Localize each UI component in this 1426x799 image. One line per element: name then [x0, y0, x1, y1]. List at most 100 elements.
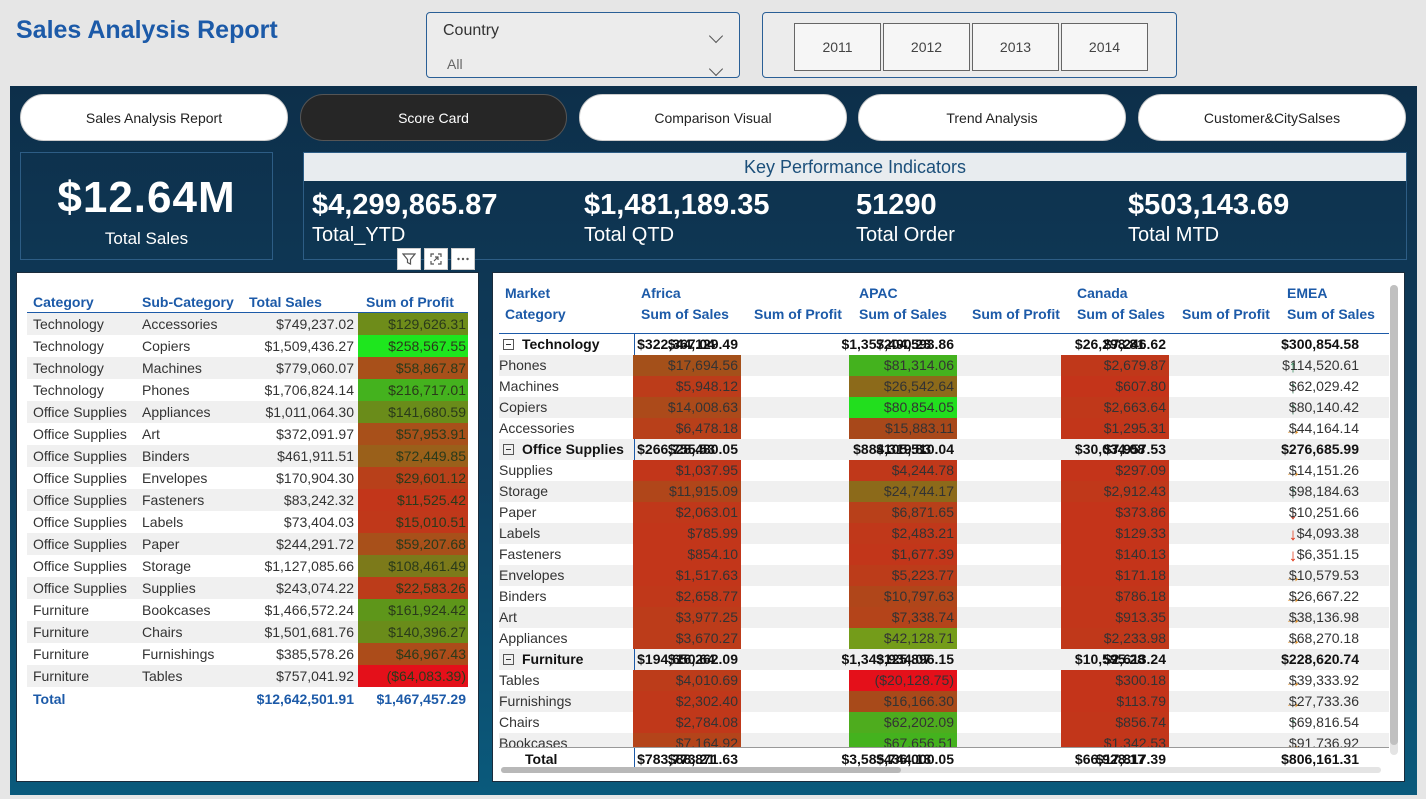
profit-cell: $26,542.64	[849, 376, 957, 397]
row-label[interactable]: Technology	[499, 334, 635, 355]
table-row[interactable]: Technology Machines $779,060.07 $58,867.87	[27, 357, 468, 379]
table-row[interactable]: Office Supplies Fasteners $83,242.32 $11,52…	[27, 489, 468, 511]
year-button-2011[interactable]: 2011	[794, 23, 881, 71]
country-slicer[interactable]: Country All	[426, 12, 740, 78]
column-header-emea[interactable]: EMEA	[1287, 285, 1327, 301]
collapse-icon[interactable]	[503, 654, 514, 665]
sub-category-name: Supplies	[499, 462, 553, 478]
horizontal-scrollbar[interactable]	[501, 767, 1381, 773]
total-sales-cell: $243,074.22	[276, 580, 354, 596]
matrix-row[interactable]: Tables→$34,532.60$4,010.69↑$225,098.81($…	[499, 670, 1389, 691]
matrix-row[interactable]: Copiers↑$96,257.68$14,008.63↑$494,593.68…	[499, 397, 1389, 418]
chevron-down-icon[interactable]	[708, 28, 724, 44]
row-label: Art	[499, 607, 635, 628]
profit-cell: $2,679.87	[1061, 355, 1169, 376]
focus-mode-icon[interactable]	[424, 248, 448, 270]
matrix-row[interactable]: Fasteners↓$5,815.20$854.10→$28,097.19$1,…	[499, 544, 1389, 565]
column-header-canada[interactable]: Canada	[1077, 285, 1128, 301]
row-header-market[interactable]: Market	[505, 285, 550, 301]
table-row[interactable]: Office Supplies Art $372,091.97 $57,953.91	[27, 423, 468, 445]
row-label: Labels	[499, 523, 635, 544]
table-row[interactable]: Office Supplies Envelopes $170,904.30 $29,6…	[27, 467, 468, 489]
nav-customer-city-sales[interactable]: Customer&CitySalses	[1138, 94, 1406, 141]
matrix-row[interactable]: Accessories→$42,172.09$6,478.18↑$186,235…	[499, 418, 1389, 439]
column-header-africa[interactable]: Africa	[641, 285, 681, 301]
sub-category-cell: Copiers	[142, 338, 191, 354]
column-header-sum-of-sales[interactable]: Sum of Sales	[1287, 306, 1375, 322]
country-slicer-label: Country	[443, 22, 500, 39]
year-button-2013[interactable]: 2013	[972, 23, 1059, 71]
matrix-row[interactable]: Phones↑$114,832.85$17,694.56↑$486,354.50…	[499, 355, 1389, 376]
column-header-total-sales[interactable]: Total Sales	[249, 294, 322, 310]
total-sales-cell: $1,127,085.66	[264, 558, 354, 574]
scrollbar-thumb[interactable]	[1390, 285, 1398, 745]
matrix-row[interactable]: Binders→$22,312.94$2,658.77↑$63,527.04$1…	[499, 586, 1389, 607]
filter-icon[interactable]	[397, 248, 421, 270]
table-row[interactable]: Technology Copiers $1,509,436.27 $258,567.5…	[27, 335, 468, 357]
matrix-row[interactable]: Supplies→$13,263.43$1,037.95↑$71,655.11$…	[499, 460, 1389, 481]
profit-cell: $28,480.05	[667, 441, 738, 457]
column-header-apac[interactable]: APAC	[859, 285, 898, 301]
column-header-sum-of-profit[interactable]: Sum of Profit	[972, 306, 1060, 322]
kpi-value: $1,481,189.35	[584, 189, 770, 221]
row-label[interactable]: Office Supplies	[499, 439, 635, 460]
column-header-sub-category[interactable]: Sub-Category	[142, 294, 234, 310]
matrix-category-row[interactable]: Office Supplies $266,755.53 $28,480.05 $884…	[499, 439, 1389, 460]
nav-comparison-visual[interactable]: Comparison Visual	[579, 94, 847, 141]
column-header-category[interactable]: Category	[33, 294, 94, 310]
table-row[interactable]: Technology Phones $1,706,824.14 $216,717.01	[27, 379, 468, 401]
table-row[interactable]: Furniture Chairs $1,501,681.76 $140,396.27	[27, 621, 468, 643]
table-row[interactable]: Furniture Furnishings $385,578.26 $46,967.4…	[27, 643, 468, 665]
table-row[interactable]: Furniture Tables $757,041.92 ($64,083.39)	[27, 665, 468, 687]
collapse-icon[interactable]	[503, 444, 514, 455]
matrix-category-row[interactable]: Technology $322,367.04 $44,129.49 $1,357,49…	[499, 334, 1389, 355]
more-options-icon[interactable]	[451, 248, 475, 270]
kpi-total-mtd: $503,143.69 Total MTD	[1128, 189, 1289, 247]
scrollbar-thumb[interactable]	[501, 767, 901, 773]
sub-category-name: Copiers	[499, 399, 548, 415]
table-row[interactable]: Office Supplies Appliances $1,011,064.30 $1…	[27, 401, 468, 423]
column-header-sum-of-profit[interactable]: Sum of Profit	[366, 294, 454, 310]
column-header-sum-of-sales[interactable]: Sum of Sales	[641, 306, 729, 322]
column-header-sum-of-profit[interactable]: Sum of Profit	[1182, 306, 1270, 322]
matrix-category-row[interactable]: Furniture $194,650.64 $16,262.09 $1,343,934…	[499, 649, 1389, 670]
matrix-row[interactable]: Envelopes↓$9,687.98$1,517.63↑$52,112.30$…	[499, 565, 1389, 586]
row-header-category[interactable]: Category	[505, 306, 566, 322]
table-row[interactable]: Office Supplies Storage $1,127,085.66 $108,…	[27, 555, 468, 577]
nav-sales-analysis-report[interactable]: Sales Analysis Report	[20, 94, 288, 141]
vertical-scrollbar[interactable]	[1390, 285, 1398, 755]
collapse-icon[interactable]	[503, 339, 514, 350]
nav-score-card[interactable]: Score Card	[300, 94, 567, 141]
matrix-row[interactable]: Art→$38,435.79$3,977.25↑$63,008.08$7,338…	[499, 607, 1389, 628]
chevron-down-icon[interactable]	[708, 61, 724, 77]
matrix-row[interactable]: Machines↑$69,104.42$5,948.12↑$190,306.82…	[499, 376, 1389, 397]
table-row[interactable]: Technology Accessories $749,237.02 $129,626…	[27, 313, 468, 335]
year-button-2014[interactable]: 2014	[1061, 23, 1148, 71]
matrix-row[interactable]: Storage↑$96,674.12$11,915.09↑$216,075.76…	[499, 481, 1389, 502]
table-row[interactable]: Office Supplies Paper $244,291.72 $59,207.6…	[27, 533, 468, 555]
table-row[interactable]: Furniture Bookcases $1,466,572.24 $161,924.…	[27, 599, 468, 621]
nav-trend-analysis[interactable]: Trend Analysis	[858, 94, 1126, 141]
table-row[interactable]: Office Supplies Binders $461,911.51 $72,449…	[27, 445, 468, 467]
row-label: Furnishings	[499, 691, 635, 712]
profit-cell: $7,957.53	[1103, 441, 1166, 457]
matrix-row[interactable]: Labels↓$4,880.21$785.99↑$22,323.04$2,483…	[499, 523, 1389, 544]
profit-cell: ($64,083.39)	[358, 665, 468, 687]
table-row[interactable]: Office Supplies Labels $73,404.03 $15,010.5…	[27, 511, 468, 533]
matrix-row[interactable]: Paper↑$13,499.49$2,063.01↑$59,900.58$6,8…	[499, 502, 1389, 523]
column-header-sum-of-sales[interactable]: Sum of Sales	[859, 306, 947, 322]
table-row[interactable]: Office Supplies Supplies $243,074.22 $22,58…	[27, 577, 468, 599]
profit-cell: $125,896.15	[876, 651, 954, 667]
row-label[interactable]: Furniture	[499, 649, 635, 670]
year-button-2012[interactable]: 2012	[883, 23, 970, 71]
matrix-row[interactable]: Furnishings→$20,622.26$2,302.40↑$101,037…	[499, 691, 1389, 712]
matrix-row[interactable]: Chairs↑$56,038.37$2,784.08↑$512,974.20$6…	[499, 712, 1389, 733]
row-label: Binders	[499, 586, 635, 607]
country-dropdown-value[interactable]: All	[447, 56, 463, 72]
column-header-sum-of-profit[interactable]: Sum of Profit	[754, 306, 842, 322]
category-cell: Technology	[33, 382, 104, 398]
column-header-sum-of-sales[interactable]: Sum of Sales	[1077, 306, 1165, 322]
profit-cell: $2,483.21	[849, 523, 957, 544]
matrix-row[interactable]: Appliances↑$62,186.38$3,670.27↑$307,620.…	[499, 628, 1389, 649]
row-label: Phones	[499, 355, 635, 376]
